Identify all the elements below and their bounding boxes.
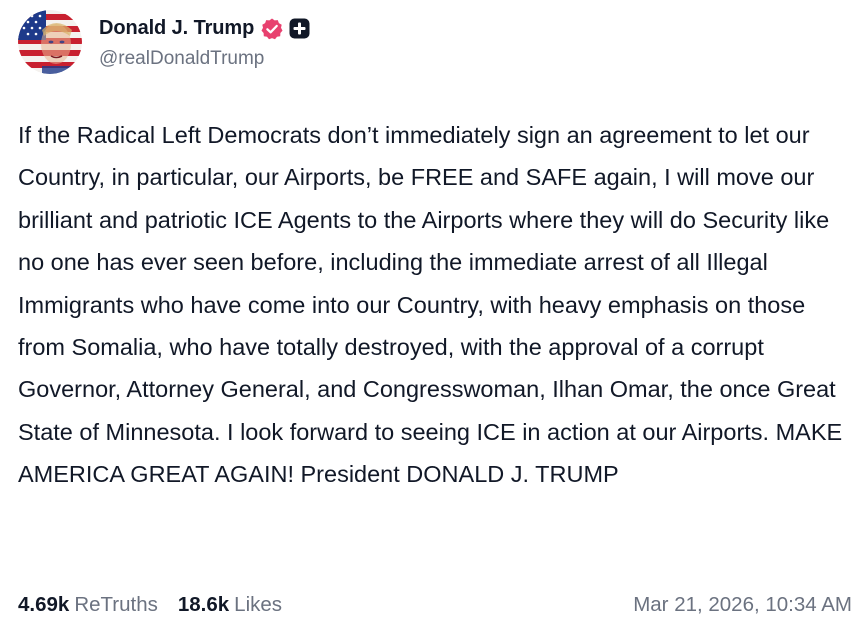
- post-header: Donald J. Trump @realDonaldTrump: [18, 10, 310, 74]
- author-display-name[interactable]: Donald J. Trump: [99, 17, 254, 40]
- retruths-label: ReTruths: [74, 593, 158, 616]
- plus-badge-icon: [289, 18, 310, 39]
- truth-post: Donald J. Trump @realDonaldTrump If the …: [0, 0, 866, 631]
- author-handle[interactable]: @realDonaldTrump: [99, 48, 310, 70]
- verified-badge-icon: [260, 17, 284, 41]
- likes-count: 18.6k: [177, 593, 230, 616]
- likes-stat[interactable]: 18.6k Likes: [178, 593, 282, 617]
- flag-portrait-avatar-icon: [18, 10, 82, 74]
- author-avatar[interactable]: [18, 10, 82, 74]
- post-footer: 4.69k ReTruths 18.6k Likes Mar 21, 2026,…: [18, 588, 852, 622]
- likes-label: Likes: [234, 593, 283, 616]
- author-name-row: Donald J. Trump: [99, 15, 310, 43]
- post-body-text: If the Radical Left Democrats don’t imme…: [18, 122, 843, 488]
- post-timestamp[interactable]: Mar 21, 2026, 10:34 AM: [633, 593, 852, 617]
- retruths-stat[interactable]: 4.69k ReTruths: [18, 593, 158, 617]
- author-identity: Donald J. Trump @realDonaldTrump: [99, 15, 310, 70]
- retruths-count: 4.69k: [18, 593, 70, 616]
